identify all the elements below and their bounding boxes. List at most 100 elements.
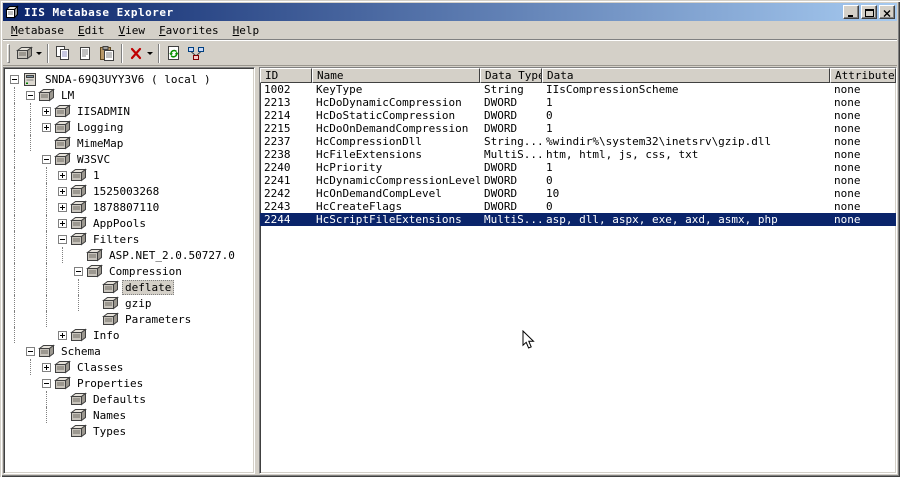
column-header-name[interactable]: Name (312, 68, 480, 83)
table-row-2240[interactable]: 2240 HcPriority DWORD 1 none (260, 161, 896, 174)
tree-item-types[interactable]: Types (6, 423, 254, 439)
cell-data-type: DWORD (484, 122, 518, 135)
expand-plus-box[interactable] (38, 359, 54, 375)
copy-key-button[interactable] (52, 43, 74, 64)
tree-label[interactable]: Schema (58, 344, 104, 359)
collapse-minus-box[interactable] (6, 71, 22, 87)
column-header-data[interactable]: Data (542, 68, 830, 83)
collapse-minus-box[interactable] (54, 231, 70, 247)
expand-plus-box[interactable] (54, 167, 70, 183)
tree-label[interactable]: Info (90, 328, 123, 343)
column-header-data-type[interactable]: Data Type (480, 68, 542, 83)
table-row-2238[interactable]: 2238 HcFileExtensions MultiS... htm, html, … (260, 148, 896, 161)
delete-button[interactable] (126, 43, 155, 64)
tree-item-asp-net-2-0-50727-0[interactable]: ASP.NET_2.0.50727.0 (6, 247, 254, 263)
tree-item-properties[interactable]: Properties (6, 375, 254, 391)
table-row-1002[interactable]: 1002 KeyType String IIsCompressionScheme non… (260, 83, 896, 96)
collapse-minus-box[interactable] (70, 263, 86, 279)
menu-edit[interactable]: Edit (71, 22, 112, 39)
tree-label[interactable]: LM (58, 88, 77, 103)
tree-label[interactable]: SNDA-69Q3UYY3V6 ( local ) (42, 72, 214, 87)
column-header-id[interactable]: ID (260, 68, 312, 83)
tree-label[interactable]: Types (90, 424, 129, 439)
expand-plus-box[interactable] (54, 199, 70, 215)
tree-item-compression[interactable]: Compression (6, 263, 254, 279)
dropdown-arrow-icon[interactable] (36, 51, 42, 55)
tree-item-w3svc[interactable]: W3SVC (6, 151, 254, 167)
tree-label[interactable]: Filters (90, 232, 142, 247)
tree-label[interactable]: Logging (74, 120, 126, 135)
tree-item-apppools[interactable]: AppPools (6, 215, 254, 231)
tree-label[interactable]: 1525003268 (90, 184, 162, 199)
tree-item-logging[interactable]: Logging (6, 119, 254, 135)
duplicate-key-button[interactable] (74, 43, 96, 64)
tree-label[interactable]: Parameters (122, 312, 194, 327)
tree-item-classes[interactable]: Classes (6, 359, 254, 375)
column-header-attributes[interactable]: Attributes (830, 68, 896, 83)
tree-item-lm[interactable]: LM (6, 87, 254, 103)
tree-item-filters[interactable]: Filters (6, 231, 254, 247)
table-row-2215[interactable]: 2215 HcDoOnDemandCompression DWORD 1 none (260, 122, 896, 135)
tree-item-1525003268[interactable]: 1525003268 (6, 183, 254, 199)
paste-key-button[interactable] (96, 43, 118, 64)
tree-label[interactable]: IISADMIN (74, 104, 133, 119)
expand-plus-box[interactable] (54, 183, 70, 199)
menu-metabase[interactable]: Metabase (4, 22, 71, 39)
menu-favorites[interactable]: Favorites (152, 22, 226, 39)
tree-label[interactable]: AppPools (90, 216, 149, 231)
cell-name: HcFileExtensions (316, 148, 422, 161)
table-row-2213[interactable]: 2213 HcDoDynamicCompression DWORD 1 none (260, 96, 896, 109)
expand-plus-box[interactable] (54, 215, 70, 231)
tree-item-info[interactable]: Info (6, 327, 254, 343)
tree-label[interactable]: Properties (74, 376, 146, 391)
tree-item-1[interactable]: 1 (6, 167, 254, 183)
minimize-button[interactable] (843, 5, 859, 19)
cell-attributes: none (834, 83, 861, 96)
table-row-2244[interactable]: 2244 HcScriptFileExtensions MultiS... asp, … (260, 213, 896, 226)
title-bar[interactable]: IIS Metabase Explorer (3, 3, 897, 21)
close-button[interactable] (879, 5, 895, 19)
tree-item-parameters[interactable]: Parameters (6, 311, 254, 327)
table-row-2243[interactable]: 2243 HcCreateFlags DWORD 0 none (260, 200, 896, 213)
tree-label[interactable]: 1 (90, 168, 103, 183)
table-row-2214[interactable]: 2214 HcDoStaticCompression DWORD 0 none (260, 109, 896, 122)
collapse-minus-box[interactable] (38, 375, 54, 391)
tree-item-deflate[interactable]: deflate (6, 279, 254, 295)
expand-plus-box[interactable] (54, 327, 70, 343)
tree-label[interactable]: Compression (106, 264, 185, 279)
maximize-button[interactable] (861, 5, 877, 19)
tree-label[interactable]: deflate (122, 279, 175, 295)
tree-item-mimemap[interactable]: MimeMap (6, 135, 254, 151)
app-window: IIS Metabase Explorer Metabase Edit View Fa… (0, 0, 900, 477)
collapse-minus-box[interactable] (22, 343, 38, 359)
tree-label[interactable]: Classes (74, 360, 126, 375)
tree-item-gzip[interactable]: gzip (6, 295, 254, 311)
new-key-button[interactable] (14, 43, 44, 64)
tree-label[interactable]: ASP.NET_2.0.50727.0 (106, 248, 238, 263)
expand-plus-box[interactable] (38, 119, 54, 135)
tree-item-defaults[interactable]: Defaults (6, 391, 254, 407)
toolbar-gripper[interactable] (7, 43, 10, 63)
collapse-minus-box[interactable] (38, 151, 54, 167)
table-row-2237[interactable]: 2237 HcCompressionDll String... %windir%\sy… (260, 135, 896, 148)
connect-button[interactable] (185, 43, 207, 64)
dropdown-arrow-icon[interactable] (147, 51, 153, 55)
tree-label[interactable]: Defaults (90, 392, 149, 407)
tree-item-1878807110[interactable]: 1878807110 (6, 199, 254, 215)
tree-item-names[interactable]: Names (6, 407, 254, 423)
menu-view[interactable]: View (111, 22, 152, 39)
tree-label[interactable]: 1878807110 (90, 200, 162, 215)
tree-label[interactable]: MimeMap (74, 136, 126, 151)
tree-label[interactable]: gzip (122, 296, 155, 311)
tree-item-snda-69q3uyy3v6-local[interactable]: SNDA-69Q3UYY3V6 ( local ) (6, 71, 254, 87)
collapse-minus-box[interactable] (22, 87, 38, 103)
table-row-2241[interactable]: 2241 HcDynamicCompressionLevel DWORD 0 none (260, 174, 896, 187)
tree-label[interactable]: Names (90, 408, 129, 423)
refresh-button[interactable] (163, 43, 185, 64)
menu-help[interactable]: Help (226, 22, 267, 39)
expand-plus-box[interactable] (38, 103, 54, 119)
tree-label[interactable]: W3SVC (74, 152, 113, 167)
table-row-2242[interactable]: 2242 HcOnDemandCompLevel DWORD 10 none (260, 187, 896, 200)
tree-item-iisadmin[interactable]: IISADMIN (6, 103, 254, 119)
tree-item-schema[interactable]: Schema (6, 343, 254, 359)
